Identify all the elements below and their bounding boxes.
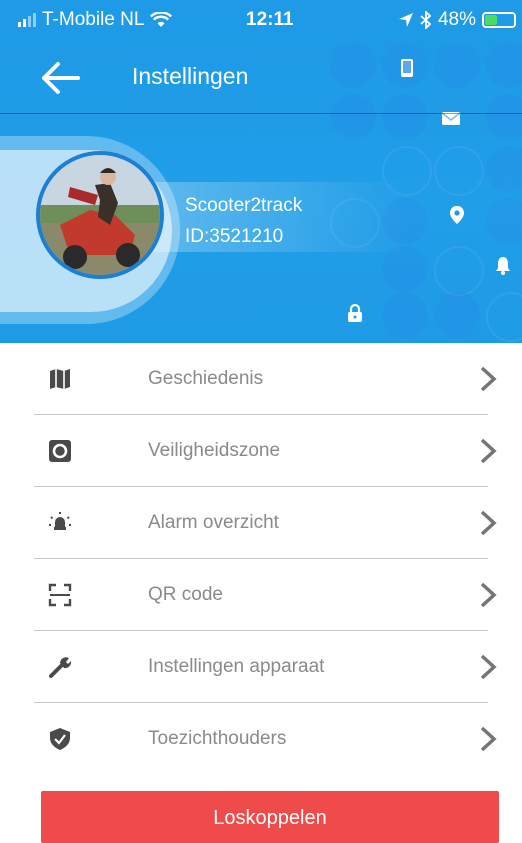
qr-scan-icon xyxy=(48,583,72,607)
menu-item-label: Toezichthouders xyxy=(148,728,287,749)
menu-item-instellingen-apparaat[interactable]: Instellingen apparaat xyxy=(0,631,522,703)
decor-circle xyxy=(382,246,428,292)
arrow-left-icon xyxy=(42,62,80,94)
carrier-label: T-Mobile NL xyxy=(42,9,145,30)
menu-item-label: QR code xyxy=(148,584,223,605)
menu-item-veiligheidszone[interactable]: Veiligheidszone xyxy=(0,415,522,487)
decor-circle xyxy=(434,292,480,338)
safe-zone-icon xyxy=(49,440,71,462)
decor-circle xyxy=(434,246,484,296)
battery-percent: 48% xyxy=(437,9,476,30)
menu-item-qr-code[interactable]: QR code xyxy=(0,559,522,631)
phone-signal-icon xyxy=(401,59,413,77)
settings-menu: Geschiedenis Veiligheidszone Alarm overz… xyxy=(0,343,522,775)
shield-check-icon xyxy=(50,728,70,750)
location-arrow-icon xyxy=(398,13,413,27)
menu-item-alarm-overzicht[interactable]: Alarm overzicht xyxy=(0,487,522,559)
decor-circle xyxy=(486,146,522,192)
chevron-right-icon xyxy=(480,366,497,392)
status-time: 12:11 xyxy=(246,9,294,30)
chevron-right-icon xyxy=(480,438,497,464)
wifi-icon xyxy=(150,12,173,27)
device-avatar[interactable] xyxy=(36,151,164,279)
menu-item-label: Instellingen apparaat xyxy=(148,656,325,677)
signal-icon xyxy=(18,13,36,27)
map-icon xyxy=(50,369,70,389)
chevron-right-icon xyxy=(480,654,497,680)
bluetooth-icon xyxy=(420,11,432,29)
menu-item-label: Alarm overzicht xyxy=(148,512,279,533)
decor-circle xyxy=(486,198,522,244)
menu-item-label: Veiligheidszone xyxy=(148,440,281,461)
header-hero: T-Mobile NL 12:11 48% Instellingen Scoot… xyxy=(0,0,522,343)
decor-circle xyxy=(382,292,428,338)
chevron-right-icon xyxy=(480,726,497,752)
wrench-icon xyxy=(49,657,72,678)
chevron-right-icon xyxy=(480,582,497,608)
device-id: ID:3521210 xyxy=(185,226,284,247)
device-name: Scooter2track xyxy=(185,195,303,216)
chevron-right-icon xyxy=(480,510,497,536)
battery-icon xyxy=(482,12,516,28)
nav-bar: Instellingen xyxy=(0,46,522,110)
mail-icon xyxy=(441,112,461,125)
battery-fill xyxy=(485,15,498,25)
decor-circle xyxy=(434,146,484,196)
alarm-light-icon xyxy=(49,512,71,530)
location-pin-icon xyxy=(450,206,464,224)
scooter-rider-image xyxy=(40,155,160,275)
disconnect-button[interactable]: Loskoppelen xyxy=(41,791,499,843)
header-divider xyxy=(0,113,522,114)
lock-icon xyxy=(348,303,362,322)
menu-item-geschiedenis[interactable]: Geschiedenis xyxy=(0,343,522,415)
bell-icon xyxy=(496,257,510,275)
status-bar: T-Mobile NL 12:11 48% xyxy=(0,0,522,40)
page-title: Instellingen xyxy=(132,63,249,89)
menu-item-label: Geschiedenis xyxy=(148,368,264,389)
decor-circle xyxy=(486,292,522,342)
menu-item-toezichthouders[interactable]: Toezichthouders xyxy=(0,703,522,775)
back-button[interactable] xyxy=(38,60,82,96)
